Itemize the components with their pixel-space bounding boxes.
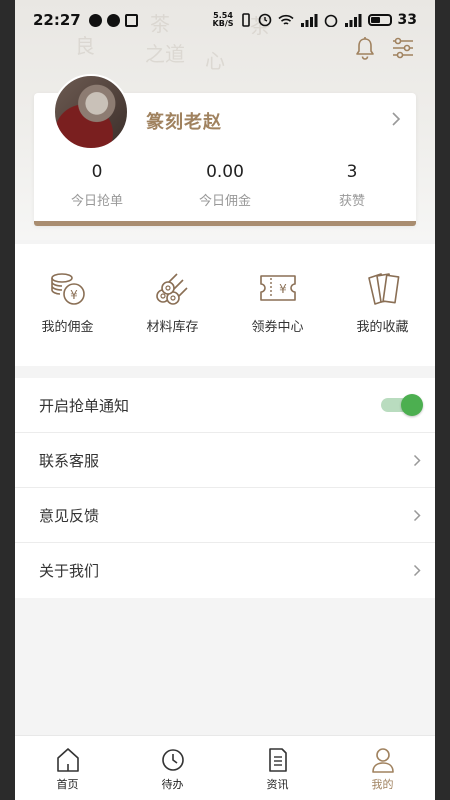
tab-label: 待办 [161,778,184,791]
message-icon [106,13,120,27]
action-label: 我的佣金 [41,320,94,335]
stat-label: 今日抢单 [70,194,123,209]
svg-text:¥: ¥ [279,282,287,296]
action-my-favorites[interactable]: 我的收藏 [330,244,435,366]
chevron-right-icon [413,564,421,577]
tab-label: 首页 [56,778,79,791]
action-label: 材料库存 [146,320,199,335]
notification-icons [88,13,138,27]
avatar[interactable] [53,74,129,150]
network-speed: 5.54 KB/S [212,11,234,28]
coupon-icon: ¥ [259,275,296,301]
action-label: 领券中心 [251,320,304,335]
clock-icon [161,749,184,771]
stat-value: 0.00 [206,162,244,182]
signal-icon [300,13,318,27]
chevron-right-icon [413,454,421,466]
app-badge-icon [124,13,138,27]
tab-label: 资讯 [266,778,289,791]
bottom-tab-bar: 首页 待办 资讯 我的 [15,735,435,800]
hd-call-icon [324,14,337,27]
tab-mine[interactable]: 我的 [330,736,435,800]
chevron-right-icon [413,509,421,521]
about-row[interactable]: 关于我们 [15,543,435,598]
alarm-icon [258,13,271,27]
tab-news[interactable]: 资讯 [225,736,330,800]
notify-row: 开启抢单通知 [15,378,435,433]
feedback-label: 意见反馈 [39,506,100,525]
wifi-icon [277,14,294,25]
notify-label: 开启抢单通知 [39,396,130,415]
card-accent-bar [34,221,416,226]
status-bar: 22:27 5.54 KB/S 33 [15,0,435,40]
action-label: 我的收藏 [356,320,409,335]
home-icon [56,748,79,772]
person-icon [371,748,394,773]
settings-sliders-icon[interactable] [391,36,415,60]
document-icon [268,748,287,772]
tab-label: 我的 [371,778,394,791]
feedback-row[interactable]: 意见反馈 [15,488,435,543]
app-notification-icon [88,13,102,27]
stat-today-commission: 0.00 今日佣金 [165,162,285,209]
action-my-commission[interactable]: ¥ 我的佣金 [15,244,120,366]
svg-text:¥: ¥ [70,288,78,302]
cards-icon [367,273,399,305]
settings-list: 开启抢单通知 联系客服 意见反馈 关于我们 [15,378,435,598]
battery-level: 33 [397,12,417,28]
stat-value: 3 [346,162,358,182]
stat-today-orders: 0 今日抢单 [37,162,157,209]
battery-icon [367,14,392,26]
about-label: 关于我们 [39,562,100,580]
coins-icon: ¥ [50,273,85,305]
stat-label: 今日佣金 [198,194,251,209]
stat-value: 0 [91,162,103,182]
stat-label: 获赞 [338,194,365,209]
vibrate-icon [241,13,250,27]
quick-actions: ¥ 我的佣金 材料库存 ¥ 领券中心 我的收藏 [15,244,435,366]
action-coupon-center[interactable]: ¥ 领券中心 [225,244,330,366]
action-material-stock[interactable]: 材料库存 [120,244,225,366]
tab-todo[interactable]: 待办 [120,736,225,800]
chevron-right-icon[interactable] [391,111,401,127]
app-screen: 茶 之道 心 良 茶 22:27 5.54 KB/S 33 篆刻老赵 0 今日抢… [15,0,435,800]
status-time: 22:27 [33,11,81,29]
tab-home[interactable]: 首页 [15,736,120,800]
bell-icon[interactable] [354,36,376,60]
signal-icon-2 [344,13,362,27]
support-label: 联系客服 [39,451,100,470]
support-row[interactable]: 联系客服 [15,433,435,488]
notify-toggle[interactable] [381,394,423,416]
profile-name: 篆刻老赵 [146,112,222,133]
logs-stack-icon [155,273,188,305]
stat-likes: 3 获赞 [292,162,412,209]
